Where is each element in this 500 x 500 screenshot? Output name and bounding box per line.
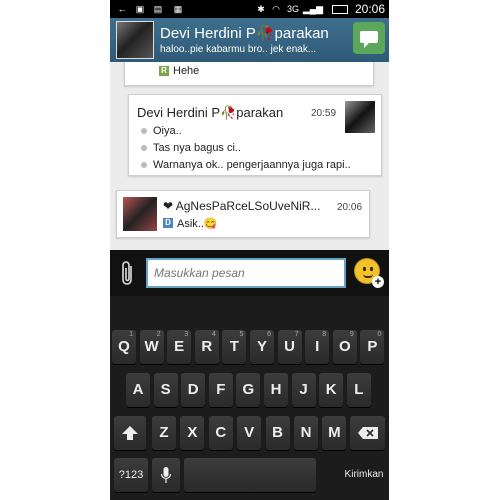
- message-line: Tas nya bagus ci..: [141, 142, 241, 154]
- bullet-icon: [141, 145, 147, 152]
- clock: 20:06: [354, 2, 385, 16]
- gallery-icon: ▤: [153, 4, 163, 14]
- message-line: Warnanya ok.. pengerjaannya juga rapi..: [141, 159, 351, 171]
- chat-header[interactable]: Devi Herdini P🥀parakan haloo..pie kabarm…: [110, 18, 389, 62]
- bullet-icon: [141, 128, 147, 135]
- key-g[interactable]: G: [236, 373, 261, 407]
- read-status-icon: D: [163, 218, 173, 228]
- network-type: 3G: [286, 4, 299, 14]
- wifi-icon: ◠: [272, 4, 280, 14]
- key-u[interactable]: U7: [277, 330, 302, 364]
- bullet-icon: [141, 162, 147, 169]
- phone-screen: ← ▣ ▤ ▦ ✱ ◠ 3G ▂▄▆ 20:06 Devi Herdini P🥀…: [110, 0, 389, 500]
- key-z[interactable]: Z: [152, 416, 176, 450]
- image-icon: ▣: [135, 4, 145, 14]
- symbols-key[interactable]: ?123: [114, 458, 148, 492]
- chat-thread[interactable]: R Hehe Devi Herdini P🥀parakan 20:59 Oiya…: [110, 62, 389, 250]
- message-line: Oiya..: [141, 125, 182, 137]
- status-bar: ← ▣ ▤ ▦ ✱ ◠ 3G ▂▄▆ 20:06: [110, 0, 389, 18]
- battery-icon: [332, 5, 348, 14]
- sender-avatar[interactable]: [345, 101, 375, 133]
- key-k[interactable]: K: [319, 373, 344, 407]
- backspace-key[interactable]: [350, 416, 385, 450]
- compose-bar: +: [110, 250, 389, 296]
- contact-name: Devi Herdini P🥀parakan: [160, 25, 329, 42]
- key-a[interactable]: A: [126, 373, 150, 407]
- key-v[interactable]: V: [237, 416, 262, 450]
- key-m[interactable]: M: [322, 416, 347, 450]
- key-f[interactable]: F: [208, 373, 233, 407]
- message-bubble[interactable]: Devi Herdini P🥀parakan 20:59 Oiya.. Tas …: [128, 94, 382, 176]
- message-text: Hehe: [173, 65, 200, 77]
- message-bubble[interactable]: ❤ AgNesPaRceLSoUveNiR... 20:06 D Asik..😋: [116, 190, 370, 238]
- bbm-chat-icon[interactable]: [353, 22, 385, 54]
- bluetooth-icon: ✱: [257, 4, 265, 14]
- message-time: 20:06: [337, 202, 363, 213]
- key-n[interactable]: N: [294, 416, 318, 450]
- key-r[interactable]: R4: [194, 330, 219, 364]
- contact-status-message: haloo..pie kabarmu bro.. jek enak...: [160, 44, 317, 55]
- message-sender: ❤ AgNesPaRceLSoUveNiR...: [163, 199, 321, 213]
- contact-avatar[interactable]: [116, 21, 154, 59]
- read-status-icon: R: [159, 66, 169, 76]
- sender-avatar[interactable]: [123, 197, 157, 231]
- plus-icon[interactable]: +: [372, 276, 384, 288]
- key-y[interactable]: Y6: [250, 330, 274, 364]
- key-d[interactable]: D: [181, 373, 206, 407]
- message-sender: Devi Herdini P🥀parakan: [137, 105, 284, 120]
- key-l[interactable]: L: [346, 373, 371, 407]
- key-o[interactable]: O9: [332, 330, 357, 364]
- message-bubble[interactable]: R Hehe: [124, 62, 374, 86]
- key-c[interactable]: C: [208, 416, 233, 450]
- key-h[interactable]: H: [264, 373, 288, 407]
- attach-icon[interactable]: [118, 260, 138, 286]
- key-e[interactable]: E3: [167, 330, 192, 364]
- signal-icon: ▂▄▆: [302, 4, 324, 14]
- usb-icon: ←: [117, 4, 127, 14]
- mic-key[interactable]: [152, 458, 180, 492]
- key-t[interactable]: T5: [222, 330, 247, 364]
- message-text: Asik..😋: [177, 218, 218, 230]
- message-input[interactable]: [146, 258, 346, 288]
- key-i[interactable]: I8: [305, 330, 330, 364]
- key-x[interactable]: X: [180, 416, 205, 450]
- key-j[interactable]: J: [291, 373, 316, 407]
- shift-key[interactable]: [114, 416, 146, 450]
- message-time: 20:59: [311, 108, 337, 119]
- key-b[interactable]: B: [265, 416, 290, 450]
- send-button[interactable]: Kirimkan: [342, 458, 386, 492]
- space-key[interactable]: [184, 458, 316, 492]
- key-s[interactable]: S: [153, 373, 178, 407]
- key-q[interactable]: Q1: [112, 330, 136, 364]
- key-w[interactable]: W2: [139, 330, 164, 364]
- bbm-notify-icon: ▦: [173, 4, 183, 14]
- soft-keyboard: Q1W2E3R4T5Y6U7I8O9P0 ASDFGHJKL ZXCVBNM ?…: [110, 296, 389, 500]
- key-p[interactable]: P0: [360, 330, 385, 364]
